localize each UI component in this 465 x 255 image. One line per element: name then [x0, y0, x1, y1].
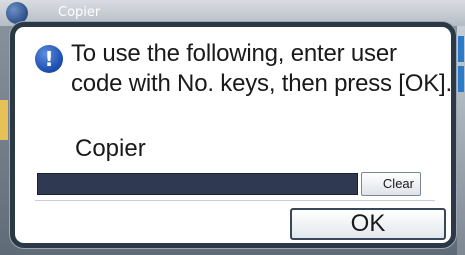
background-app-title: Copier: [58, 5, 101, 20]
dialog-divider: [35, 200, 435, 201]
side-tab-marker: [458, 36, 464, 62]
copier-app-icon: [6, 2, 28, 24]
user-code-input[interactable]: [37, 173, 358, 195]
dialog-message: To use the following, enter user code wi…: [71, 39, 452, 99]
user-code-dialog: ! To use the following, enter user code …: [10, 22, 456, 248]
clear-button[interactable]: Clear: [361, 172, 421, 196]
ok-button[interactable]: OK: [290, 208, 446, 240]
dialog-message-line2: code with No. keys, then press [OK].: [71, 70, 452, 97]
side-tab-marker: [458, 66, 464, 92]
dialog-message-line1: To use the following, enter user: [71, 40, 397, 67]
background-side-tabs: [457, 26, 465, 255]
exclamation-icon: !: [35, 45, 63, 73]
background-left-marker: [0, 100, 8, 140]
user-code-field-label: Copier: [75, 135, 146, 162]
